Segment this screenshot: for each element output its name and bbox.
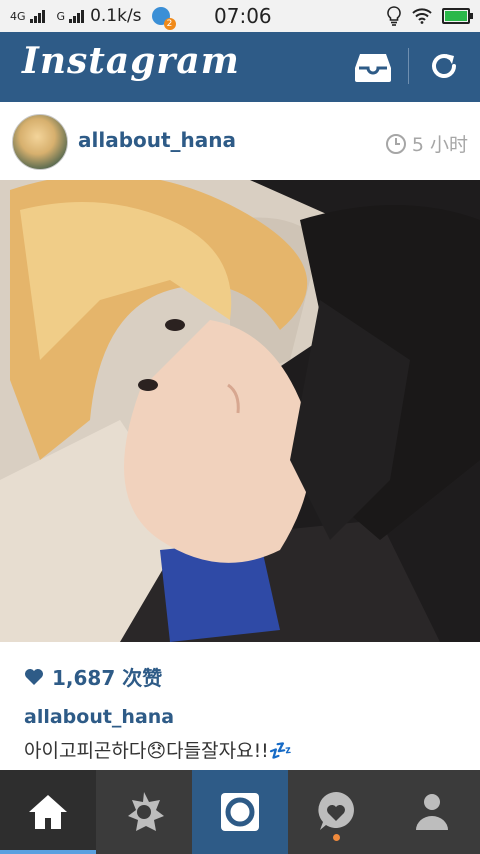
lightbulb-icon: [387, 6, 401, 26]
clock-time: 07:06: [214, 4, 272, 28]
tab-news[interactable]: [288, 770, 384, 854]
status-bar: 4G G 0.1k/s 2 07:06: [0, 0, 480, 32]
star-icon: [128, 792, 164, 831]
inbox-button[interactable]: [354, 50, 392, 84]
likes-label: 1,687 次赞: [52, 666, 163, 690]
home-icon: [29, 795, 67, 829]
heart-icon: [25, 668, 43, 685]
tab-home[interactable]: [0, 770, 96, 854]
person-icon: [416, 794, 448, 830]
battery-level: [445, 11, 467, 21]
post-time-label: 5 小时: [411, 134, 468, 156]
tab-camera[interactable]: [192, 770, 288, 854]
bottom-tab-bar: [0, 770, 480, 854]
tab-explore[interactable]: [96, 770, 192, 854]
app-header: Instagram: [0, 32, 480, 102]
likes-count[interactable]: 1,687 次赞: [24, 662, 162, 691]
caption-username[interactable]: allabout_hana: [24, 706, 174, 728]
status-icons: [386, 6, 473, 26]
notification-dot: [333, 834, 340, 841]
caption-text: 아이고피곤하다😞다들잘자요!!💤: [24, 740, 293, 762]
inbox-tray-icon: [355, 54, 391, 82]
wifi-icon: [412, 8, 432, 24]
photo-illustration: [0, 180, 480, 642]
post-photo[interactable]: [0, 180, 480, 642]
refresh-button[interactable]: [426, 48, 462, 84]
camera-icon: [221, 793, 259, 831]
instagram-logo: Instagram: [22, 40, 240, 82]
tab-profile[interactable]: [384, 770, 480, 854]
post-header: allabout_hana 5 小时: [0, 102, 480, 180]
heart-bubble-icon: [318, 792, 354, 830]
post-username[interactable]: allabout_hana: [78, 128, 236, 152]
header-divider: [408, 48, 409, 84]
signal-icon: [29, 9, 45, 23]
network-type-2: G: [56, 9, 66, 23]
avatar[interactable]: [12, 114, 68, 170]
battery-icon: [442, 8, 473, 24]
network-info: 4G G 0.1k/s 2: [10, 6, 176, 30]
notification-count: 2: [163, 18, 176, 30]
network-speed: 0.1k/s: [90, 6, 142, 26]
clock-icon: [385, 133, 406, 154]
post-time: 5 小时: [385, 130, 468, 157]
refresh-icon: [432, 54, 456, 78]
signal-icon-2: [69, 9, 85, 23]
active-tab-indicator: [0, 850, 96, 854]
app-notification-icon: 2: [151, 7, 176, 30]
network-type-1: 4G: [10, 9, 26, 23]
